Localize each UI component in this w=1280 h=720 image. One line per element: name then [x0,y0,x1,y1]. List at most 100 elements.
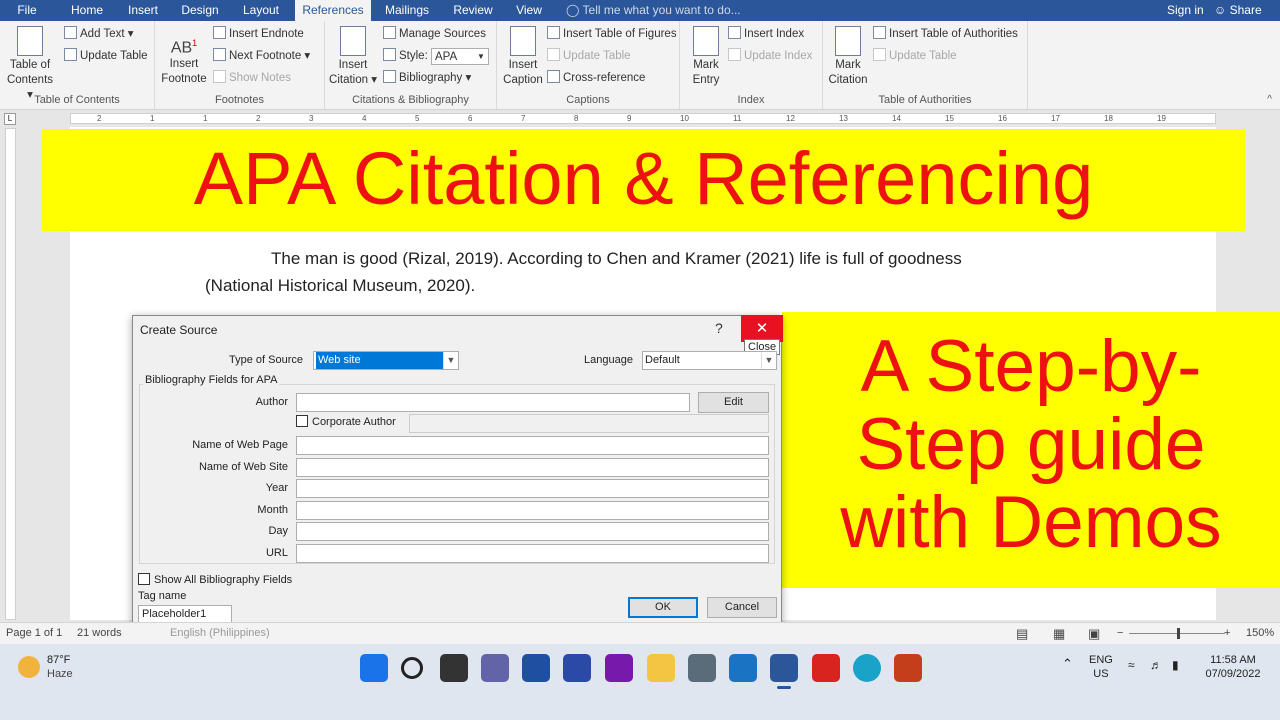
edit-author-button[interactable]: Edit [698,392,769,413]
close-button[interactable]: ✕ [741,315,783,342]
volume-icon[interactable]: ♬ [1150,658,1162,672]
style-dropdown[interactable]: APA ▼ [430,48,489,65]
url-field[interactable] [296,544,769,563]
web-page-field[interactable] [296,436,769,455]
tab-selector-icon[interactable]: L [4,113,16,125]
insert-toa-button[interactable]: Insert Table of Authorities [873,26,1018,42]
zoom-slider-thumb[interactable] [1177,628,1180,639]
tab-insert[interactable]: Insert [121,0,165,21]
zoom-level[interactable]: 150% [1246,623,1274,644]
web-site-label: Name of Web Site [198,461,288,473]
ruler-tick-label: 5 [415,114,420,123]
next-footnote-button[interactable]: Next Footnote ▾ [213,48,310,64]
insert-toa-icon [873,26,886,39]
day-field[interactable] [296,522,769,541]
page-count[interactable]: Page 1 of 1 [6,623,62,644]
show-notes-button[interactable]: Show Notes [213,70,291,86]
ruler-tick-label: 4 [362,114,367,123]
search-icon[interactable] [401,657,423,679]
author-field[interactable] [296,393,690,412]
cancel-button[interactable]: Cancel [707,597,777,618]
show-all-fields-checkbox[interactable]: Show All Bibliography Fields [138,573,292,586]
ruler-scale[interactable]: 2 1 1 2 3 4 5 6 7 8 9 10 11 12 13 14 15 16 17 18 19 [70,113,1216,124]
insert-endnote-button[interactable]: Insert Endnote [213,26,304,42]
calculator-icon[interactable] [688,654,716,682]
corporate-author-field[interactable] [409,414,769,433]
tab-layout[interactable]: Layout [236,0,286,21]
collapse-ribbon-icon[interactable]: ^ [1267,94,1272,105]
update-toc-button[interactable]: Update Table [64,48,148,64]
language-value: Default [645,354,680,366]
zoom-in-icon[interactable]: + [1224,623,1230,644]
document-text-line-2[interactable]: (National Historical Museum, 2020). [205,276,475,296]
month-field[interactable] [296,501,769,520]
powerpoint-icon[interactable] [894,654,922,682]
ok-button[interactable]: OK [628,597,698,618]
mark-entry-button[interactable]: Mark Entry [684,26,728,88]
store-icon[interactable] [522,654,550,682]
calendar-icon[interactable] [729,654,757,682]
ruler-tick-label: 19 [1157,114,1166,123]
weather-icon[interactable] [18,656,40,678]
tab-review[interactable]: Review [450,0,496,21]
tab-design[interactable]: Design [176,0,224,21]
mark-citation-button[interactable]: Mark Citation [825,26,871,88]
add-text-icon [64,26,77,39]
lightbulb-icon: ◯ [566,3,583,17]
share-button[interactable]: ☺ Share [1214,0,1262,21]
print-layout-icon[interactable]: ▦ [1053,623,1065,644]
battery-icon[interactable]: ▮ [1172,658,1179,672]
show-all-fields-label: Show All Bibliography Fields [154,574,293,586]
task-view-icon[interactable] [440,654,468,682]
wifi-icon[interactable]: ≈ [1128,658,1135,672]
insert-index-button[interactable]: Insert Index [728,26,804,42]
weather-temp[interactable]: 87°F [47,653,70,667]
insert-citation-button[interactable]: Insert Citation ▾ [329,26,377,88]
corporate-author-checkbox[interactable]: Corporate Author [296,415,396,428]
language-status[interactable]: English (Philippines) [170,623,270,644]
language-dropdown[interactable]: Default ▼ [642,351,777,370]
tab-file[interactable]: File [8,0,46,21]
edge-icon[interactable] [853,654,881,682]
manage-sources-button[interactable]: Manage Sources [383,26,486,42]
table-of-contents-button[interactable]: Table of Contents ▾ [4,26,56,103]
teams-chat-icon[interactable] [481,654,509,682]
help-button[interactable]: ? [715,320,723,336]
file-explorer-icon[interactable] [647,654,675,682]
type-of-source-dropdown[interactable]: Web site ▼ [313,351,459,370]
snipping-tool-icon[interactable] [563,654,591,682]
web-site-field[interactable] [296,458,769,477]
document-text-line-1[interactable]: The man is good (Rizal, 2019). According… [271,249,962,269]
read-mode-icon[interactable]: ▤ [1016,623,1028,644]
bibliography-button[interactable]: Bibliography ▾ [383,70,471,86]
year-field[interactable] [296,479,769,498]
tab-references[interactable]: References [295,0,371,21]
insert-table-of-figures-button[interactable]: Insert Table of Figures [547,26,677,42]
tab-view[interactable]: View [511,0,547,21]
group-table-of-authorities: Mark Citation Insert Table of Authoritie… [823,21,1028,109]
acrobat-icon[interactable] [812,654,840,682]
sign-in-link[interactable]: Sign in [1167,0,1204,21]
zoom-out-icon[interactable]: − [1117,623,1123,644]
tab-home[interactable]: Home [64,0,110,21]
cross-reference-button[interactable]: Cross-reference [547,70,645,86]
insert-footnote-button[interactable]: AB1 Insert Footnote [159,29,209,87]
language-indicator[interactable]: ENG US [1089,653,1113,681]
update-figures-table-button[interactable]: Update Table [547,48,631,64]
start-icon[interactable] [360,654,388,682]
tell-me-search[interactable]: ◯ Tell me what you want to do... [566,0,741,21]
weather-text[interactable]: Haze [47,667,73,681]
group-label: Citations & Bibliography [352,94,469,106]
onenote-icon[interactable] [605,654,633,682]
web-layout-icon[interactable]: ▣ [1088,623,1100,644]
update-toc-label: Update Table [80,50,148,62]
word-count[interactable]: 21 words [77,623,122,644]
word-icon[interactable] [770,654,798,682]
update-index-button[interactable]: Update Index [728,48,812,64]
chevron-up-icon[interactable]: ⌃ [1062,657,1073,671]
tab-mailings[interactable]: Mailings [380,0,434,21]
clock[interactable]: 11:58 AM 07/09/2022 [1203,653,1263,681]
update-toa-button[interactable]: Update Table [873,48,957,64]
add-text-button[interactable]: Add Text ▾ [64,26,134,42]
insert-caption-button[interactable]: Insert Caption [501,26,545,88]
